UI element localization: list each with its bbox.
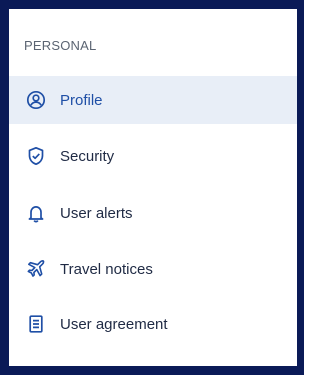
bell-icon — [26, 203, 46, 223]
airplane-icon — [26, 259, 46, 279]
sidebar-panel: PERSONAL Profile Security User alerts Tr… — [9, 9, 297, 366]
document-icon — [26, 314, 46, 334]
sidebar-item-user-agreement[interactable]: User agreement — [9, 300, 297, 348]
sidebar-item-security[interactable]: Security — [9, 132, 297, 180]
sidebar-item-profile[interactable]: Profile — [9, 76, 297, 124]
shield-check-icon — [26, 146, 46, 166]
sidebar-item-user-alerts[interactable]: User alerts — [9, 189, 297, 237]
sidebar-item-label: Travel notices — [60, 260, 153, 278]
sidebar-item-label: Security — [60, 147, 115, 165]
user-circle-icon — [26, 90, 46, 110]
section-title: PERSONAL — [24, 38, 97, 53]
sidebar-item-label: User agreement — [60, 315, 168, 333]
sidebar-item-travel-notices[interactable]: Travel notices — [9, 245, 297, 293]
sidebar-item-label: User alerts — [60, 204, 133, 222]
sidebar-item-label: Profile — [60, 91, 103, 109]
